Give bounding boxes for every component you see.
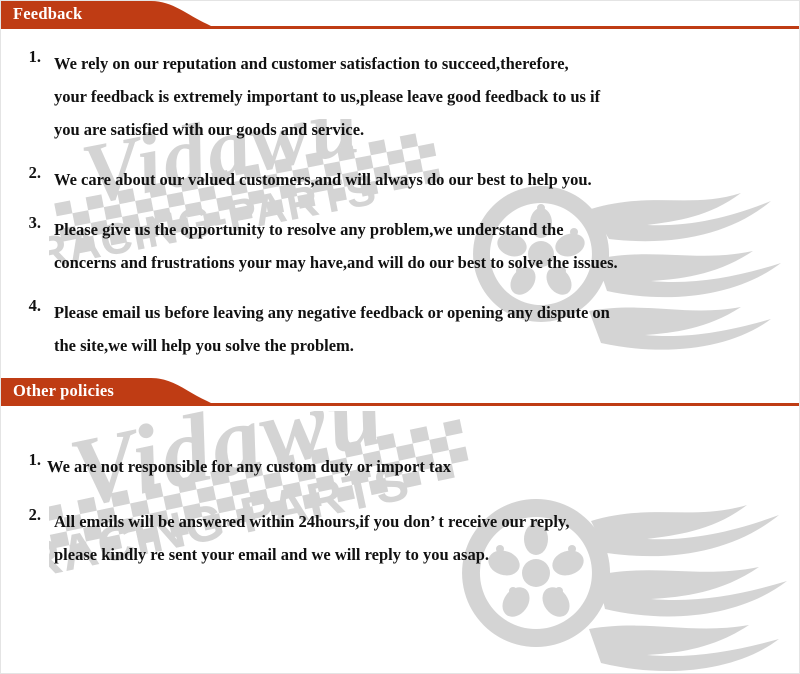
section-header-other-policies: Other policies [1,378,799,406]
section-body-feedback: 1. We rely on our reputation and custome… [1,29,799,372]
list-item: 3. Please give us the opportunity to res… [1,213,799,279]
list-item-number: 3. [28,213,41,232]
list-item-line: Please email us before leaving any negat… [54,303,610,322]
list-item-number: 2. [28,163,41,182]
list-item-text: Please give us the opportunity to resolv… [54,213,799,279]
section-title-feedback: Feedback [13,4,83,23]
list-item: 4. Please email us before leaving any ne… [1,296,799,362]
list-item-text: We care about our valued customers,and w… [54,163,799,196]
list-item-number: 2. [28,505,41,524]
list-item-line: you are satisfied with our goods and ser… [54,120,365,139]
list-item-line: please kindly re sent your email and we … [54,545,489,564]
list-item: 2. We care about our valued customers,an… [1,163,799,196]
feedback-policy-list: 1. We rely on our reputation and custome… [1,47,799,362]
list-item-text: We are not responsible for any custom du… [47,450,799,483]
list-item-line: the site,we will help you solve the prob… [54,336,354,355]
list-item-line: Please give us the opportunity to resolv… [54,220,564,239]
list-item-line: concerns and frustrations your may have,… [54,253,618,272]
list-item-line: All emails will be answered within 24hou… [54,512,570,531]
other-policy-list: 1. We are not responsible for any custom… [1,450,799,571]
list-item-text: All emails will be answered within 24hou… [54,505,799,571]
list-item-number: 1. [28,450,41,469]
list-item-line: We care about our valued customers,and w… [54,170,592,189]
list-item-line: We rely on our reputation and customer s… [54,54,569,73]
list-item-text: Please email us before leaving any negat… [54,296,799,362]
policy-page: Vidawu RACING-PARTS Vidawu RACING-PARTS … [0,0,800,674]
section-header-feedback: Feedback [1,1,799,29]
list-item-line: your feedback is extremely important to … [54,87,601,106]
section-body-other-policies: 1. We are not responsible for any custom… [1,406,799,571]
list-item: 1. We are not responsible for any custom… [1,450,799,483]
list-item-line: We are not responsible for any custom du… [47,457,451,476]
list-item: 2. All emails will be answered within 24… [1,505,799,571]
section-title-other-policies: Other policies [13,381,115,400]
list-item-number: 1. [28,47,41,66]
list-item-number: 4. [28,296,41,315]
list-item-text: We rely on our reputation and customer s… [54,47,799,146]
list-item: 1. We rely on our reputation and custome… [1,47,799,146]
